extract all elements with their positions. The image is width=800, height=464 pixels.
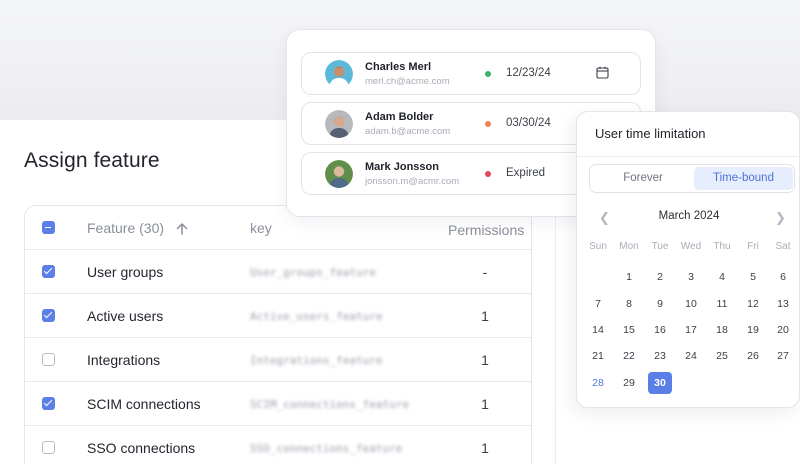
calendar-day[interactable]: 29 — [617, 372, 641, 394]
feature-name: User groups — [87, 264, 164, 280]
feature-key: SCIM_connections_feature — [250, 398, 409, 411]
user-name: Adam Bolder — [365, 111, 434, 123]
calendar-day[interactable]: 28 — [586, 372, 610, 394]
key-column-header: key — [250, 220, 272, 236]
feature-column-label: Feature (30) — [87, 220, 165, 236]
calendar-day[interactable]: 26 — [741, 345, 765, 367]
feature-permission: 1 — [481, 440, 489, 456]
calendar-day[interactable]: 6 — [771, 266, 795, 288]
weekday-label: Tue — [651, 241, 669, 252]
avatar — [325, 160, 353, 188]
feature-permission: 1 — [481, 396, 489, 412]
calendar-day[interactable]: 18 — [710, 319, 734, 341]
feature-permission: - — [482, 264, 488, 280]
table-row[interactable]: SCIM connections SCIM_connections_featur… — [25, 382, 531, 426]
user-expiry-date: 12/23/24 — [506, 67, 551, 79]
page-title: Assign feature — [24, 149, 160, 172]
feature-name: Active users — [87, 308, 164, 324]
row-checkbox[interactable] — [42, 309, 55, 322]
user-email: adam.b@acme.com — [365, 126, 451, 137]
calendar-day[interactable]: 16 — [648, 319, 672, 341]
user-name: Charles Merl — [365, 61, 432, 73]
calendar-day[interactable]: 3 — [679, 266, 703, 288]
status-dot — [485, 121, 491, 127]
feature-key: Active_users_feature — [250, 310, 383, 323]
table-row[interactable]: Active users Active_users_feature 1 — [25, 294, 531, 338]
weekday-label: Sun — [589, 241, 607, 252]
feature-table: Feature (30) key Permissions User groups… — [24, 205, 532, 464]
calendar-icon[interactable] — [596, 66, 609, 79]
divider — [577, 156, 800, 157]
user-expiry-status: Expired — [506, 167, 545, 179]
calendar-day[interactable]: 23 — [648, 345, 672, 367]
status-dot — [485, 71, 491, 77]
row-checkbox[interactable] — [42, 265, 55, 278]
feature-name: SSO connections — [87, 440, 196, 456]
weekday-label: Wed — [680, 241, 702, 252]
sort-arrow-up-icon[interactable] — [176, 222, 188, 235]
user-email: merl.ch@acme.com — [365, 76, 450, 87]
avatar — [325, 60, 353, 88]
row-checkbox[interactable] — [42, 397, 55, 410]
feature-permission: 1 — [481, 308, 489, 324]
row-checkbox[interactable] — [42, 353, 55, 366]
calendar-day[interactable]: 15 — [617, 319, 641, 341]
calendar-day[interactable]: 19 — [741, 319, 765, 341]
next-month-chevron-icon[interactable]: ❯ — [775, 210, 786, 226]
duration-segmented-control: Forever Time-bound — [589, 164, 795, 193]
select-all-checkbox[interactable] — [42, 221, 55, 234]
calendar-day[interactable]: 22 — [617, 345, 641, 367]
feature-name: SCIM connections — [87, 396, 201, 412]
row-checkbox[interactable] — [42, 441, 55, 454]
calendar-day[interactable]: 17 — [679, 319, 703, 341]
table-row[interactable]: SSO connections SSO_connections_feature … — [25, 426, 531, 464]
feature-name: Integrations — [87, 352, 161, 368]
calendar-day[interactable]: 27 — [771, 345, 795, 367]
permissions-column-header: Permissions — [448, 222, 525, 238]
user-name: Mark Jonsson — [365, 161, 439, 173]
feature-permission: 1 — [481, 352, 489, 368]
feature-column-header[interactable]: Feature (30) — [87, 220, 188, 236]
calendar-day[interactable]: 24 — [679, 345, 703, 367]
avatar — [325, 110, 353, 138]
calendar-day[interactable]: 11 — [710, 293, 734, 315]
calendar-day[interactable]: 13 — [771, 293, 795, 315]
feature-key: SSO_connections_feature — [250, 442, 403, 455]
time-bound-option[interactable]: Time-bound — [694, 167, 793, 190]
calendar-day[interactable]: 5 — [741, 266, 765, 288]
weekday-label: Sat — [775, 241, 791, 252]
calendar-day[interactable]: 21 — [586, 345, 610, 367]
calendar-day[interactable]: 4 — [710, 266, 734, 288]
calendar-day[interactable]: 1 — [617, 266, 641, 288]
user-row[interactable]: Charles Merl merl.ch@acme.com 12/23/24 — [301, 52, 641, 95]
calendar-day[interactable]: 8 — [617, 293, 641, 315]
feature-key: Integrations_feature — [250, 354, 383, 367]
calendar-day[interactable]: 25 — [710, 345, 734, 367]
forever-option[interactable]: Forever — [593, 167, 693, 190]
weekday-label: Fri — [747, 241, 759, 252]
calendar-day[interactable]: 7 — [586, 293, 610, 315]
time-limitation-title: User time limitation — [595, 126, 706, 141]
calendar-day[interactable]: 9 — [648, 293, 672, 315]
weekday-label: Thu — [713, 241, 731, 252]
calendar-day[interactable]: 10 — [679, 293, 703, 315]
table-row[interactable]: Integrations Integrations_feature 1 — [25, 338, 531, 382]
status-dot — [485, 171, 491, 177]
prev-month-chevron-icon[interactable]: ❮ — [599, 210, 610, 226]
calendar-day-selected[interactable]: 30 — [648, 372, 672, 394]
calendar-day[interactable]: 12 — [741, 293, 765, 315]
user-email: jonsson.m@acmr.com — [365, 176, 460, 187]
user-expiry-date: 03/30/24 — [506, 117, 551, 129]
calendar-day[interactable]: 2 — [648, 266, 672, 288]
calendar-day[interactable]: 20 — [771, 319, 795, 341]
calendar-month-label: March 2024 — [658, 210, 720, 222]
calendar-day[interactable]: 14 — [586, 319, 610, 341]
table-row[interactable]: User groups User_groups_feature - — [25, 250, 531, 294]
weekday-label: Mon — [619, 241, 639, 252]
time-limitation-card: User time limitation Forever Time-bound … — [576, 111, 800, 408]
feature-key: User_groups_feature — [250, 266, 376, 279]
